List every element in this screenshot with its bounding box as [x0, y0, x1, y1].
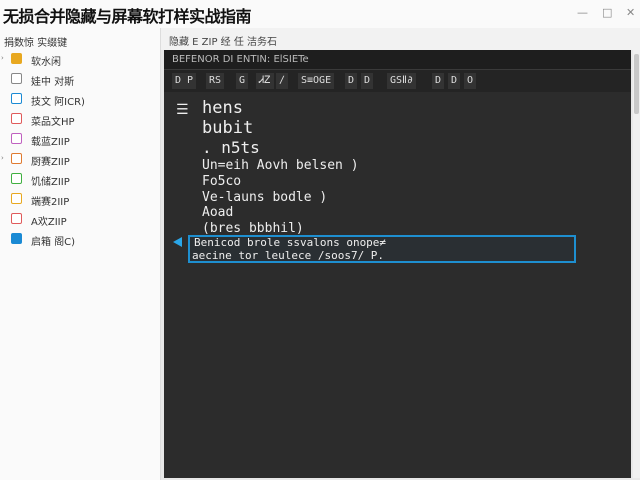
archive-icon [11, 213, 22, 224]
sidebar-item[interactable]: 菜品文HP [0, 110, 158, 130]
folder-icon [11, 53, 22, 64]
toolbar-button[interactable]: GSⅡ∂ [387, 73, 416, 89]
code-line[interactable]: Aoad [202, 205, 233, 220]
path-text: 隐藏 E ZIP 经 任 洁务石 [169, 37, 278, 48]
sidebar-item-label: A欢ZIIP [31, 217, 67, 228]
menu-icon[interactable]: ☰ [176, 103, 189, 117]
code-line[interactable]: hens [202, 98, 243, 118]
maximize-button[interactable]: □ [602, 6, 612, 20]
code-line[interactable]: Fo5co [202, 174, 241, 189]
main-panel: 隐藏 E ZIP 经 任 洁务石 BEFENOR DI ENTIN: ElSIE… [161, 28, 640, 480]
sidebar-item[interactable]: › 软水闲 [0, 50, 158, 70]
toolbar-button[interactable]: G [236, 73, 249, 89]
selected-line[interactable]: aecine tor leulece /soos7/ P. [192, 249, 384, 262]
toolbar-button[interactable]: D [448, 73, 461, 89]
window-title: 无损合并隐藏与屏幕软打样实战指南 [3, 7, 252, 26]
archive-icon [11, 133, 22, 144]
toolbar-button[interactable]: D [432, 73, 445, 89]
expand-arrow-icon[interactable]: › [1, 54, 4, 62]
selection-highlight[interactable]: Benicod brole ssvalons onope≠ aecine tor… [188, 235, 576, 263]
code-line[interactable]: Ve-launs bodle ) [202, 190, 327, 205]
toolbar-button[interactable]: D P [172, 73, 197, 89]
sidebar-item-label: 厨赛ZIIP [31, 157, 70, 168]
file-icon [11, 73, 22, 84]
sidebar-item-label: 端赛2IIP [31, 197, 70, 208]
editor-pane[interactable]: BEFENOR DI ENTIN: ElSIETe D P RS G ᏗᏃ ∕ S≡OGE… [164, 50, 631, 478]
code-line[interactable]: . n5ts [202, 138, 260, 157]
path-bar: 隐藏 E ZIP 经 任 洁务石 [161, 28, 640, 50]
sidebar-item-label: 技文 阿ICR) [31, 97, 85, 108]
selection-marker-icon [173, 237, 182, 247]
sidebar-item-label: 菜品文HP [31, 117, 75, 128]
archive-icon [11, 173, 22, 184]
sidebar-item[interactable]: A欢ZIIP [0, 210, 158, 230]
archive-icon [11, 153, 22, 164]
close-button[interactable]: ✕ [626, 6, 635, 20]
sidebar-item-label: 软水闲 [31, 57, 61, 68]
toolbar-button[interactable]: S≡OGE [298, 73, 335, 89]
toolbar-button[interactable]: RS [206, 73, 225, 89]
sidebar-item[interactable]: › 厨赛ZIIP [0, 150, 158, 170]
sidebar-item[interactable]: 技文 阿ICR) [0, 90, 158, 110]
code-line[interactable]: Un=eih Aovh belsen ) [202, 158, 359, 173]
sidebar-header: 捐数惊 实缀键 [4, 38, 68, 49]
sidebar-item[interactable]: 端赛2IIP [0, 190, 158, 210]
document-icon [11, 93, 22, 104]
minimize-button[interactable]: — [577, 6, 588, 20]
editor-toolbar: D P RS G ᏗᏃ ∕ S≡OGE D D GSⅡ∂ D D O [164, 70, 631, 92]
sidebar-item-label: 启箱 阁C) [31, 237, 76, 248]
title-bar: 无损合并隐藏与屏幕软打样实战指南 — □ ✕ [0, 0, 640, 28]
toolbar-button[interactable]: D [361, 73, 374, 89]
editor-header: BEFENOR DI ENTIN: ElSIETe [164, 50, 631, 70]
sidebar-item[interactable]: 启箱 阁C) [0, 230, 158, 250]
image-icon [11, 113, 22, 124]
code-line[interactable]: (bres bbbhil) [202, 221, 304, 236]
scrollbar-thumb[interactable] [634, 54, 639, 114]
editor-header-label: BEFENOR DI ENTIN: ElSIETe [172, 54, 309, 65]
archive-icon [11, 193, 22, 204]
sidebar-item-label: 娃中 对斯 [31, 77, 75, 88]
toolbar-button[interactable]: D [345, 73, 358, 89]
toolbar-button[interactable]: O [464, 73, 477, 89]
sidebar-item-label: 载蓝ZIIP [31, 137, 70, 148]
selected-line[interactable]: Benicod brole ssvalons onope≠ [194, 236, 386, 249]
toolbar-button[interactable]: ∕ [276, 73, 289, 89]
sidebar-item-label: 饥储ZIIP [31, 177, 70, 188]
sidebar-item[interactable]: 饥储ZIIP [0, 170, 158, 190]
sidebar-item[interactable]: 载蓝ZIIP [0, 130, 158, 150]
toolbar-button[interactable]: ᏗᏃ [256, 73, 274, 89]
scrollbar[interactable] [633, 50, 640, 478]
sidebar-item[interactable]: 娃中 对斯 [0, 70, 158, 90]
code-line[interactable]: bubit [202, 118, 253, 138]
sidebar: 捐数惊 实缀键 › 软水闲娃中 对斯技文 阿ICR) 菜品文HP 载蓝ZIIP › 厨赛Z… [0, 28, 161, 480]
expand-arrow-icon[interactable]: › [1, 154, 4, 162]
folder-icon [11, 233, 22, 244]
